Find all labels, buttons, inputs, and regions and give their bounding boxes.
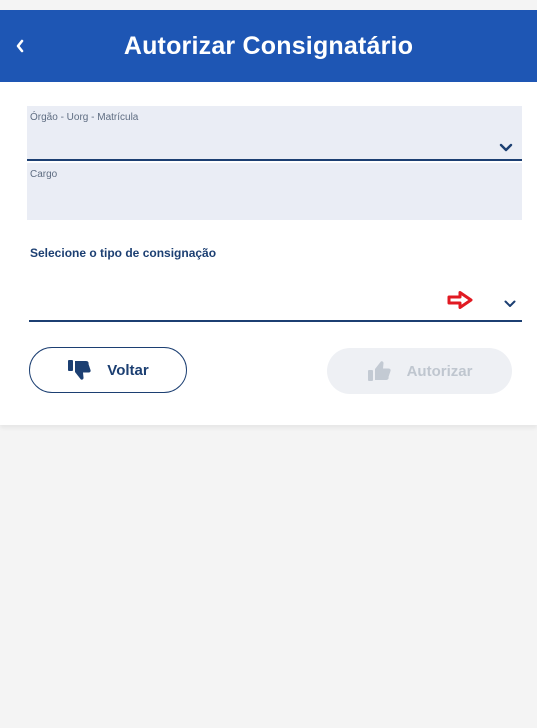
consignacao-select-label: Selecione o tipo de consignação [30, 246, 217, 260]
back-button[interactable] [8, 32, 32, 60]
cargo-field-label: Cargo [30, 169, 58, 180]
voltar-button[interactable]: Voltar [29, 347, 187, 393]
select-underline [29, 320, 522, 322]
app-header: Autorizar Consignatário [0, 10, 537, 82]
autorizar-button[interactable]: Autorizar [327, 348, 512, 394]
orgao-uorg-matricula-select[interactable]: Órgão - Uorg - Matrícula [27, 106, 522, 161]
chevron-left-icon [15, 39, 25, 53]
voltar-button-label: Voltar [107, 361, 149, 379]
page-title: Autorizar Consignatário [123, 31, 414, 60]
chevron-down-icon [499, 140, 513, 152]
cargo-field[interactable]: Cargo [27, 163, 522, 220]
form-card: Órgão - Uorg - Matrícula Cargo Selecione… [0, 82, 537, 425]
red-arrow-right-icon [447, 291, 473, 309]
thumbs-down-icon [67, 359, 93, 381]
autorizar-button-label: Autorizar [406, 362, 473, 380]
orgao-field-label: Órgão - Uorg - Matrícula [30, 112, 139, 123]
chevron-down-icon [504, 295, 516, 307]
thumbs-up-icon [367, 360, 393, 382]
